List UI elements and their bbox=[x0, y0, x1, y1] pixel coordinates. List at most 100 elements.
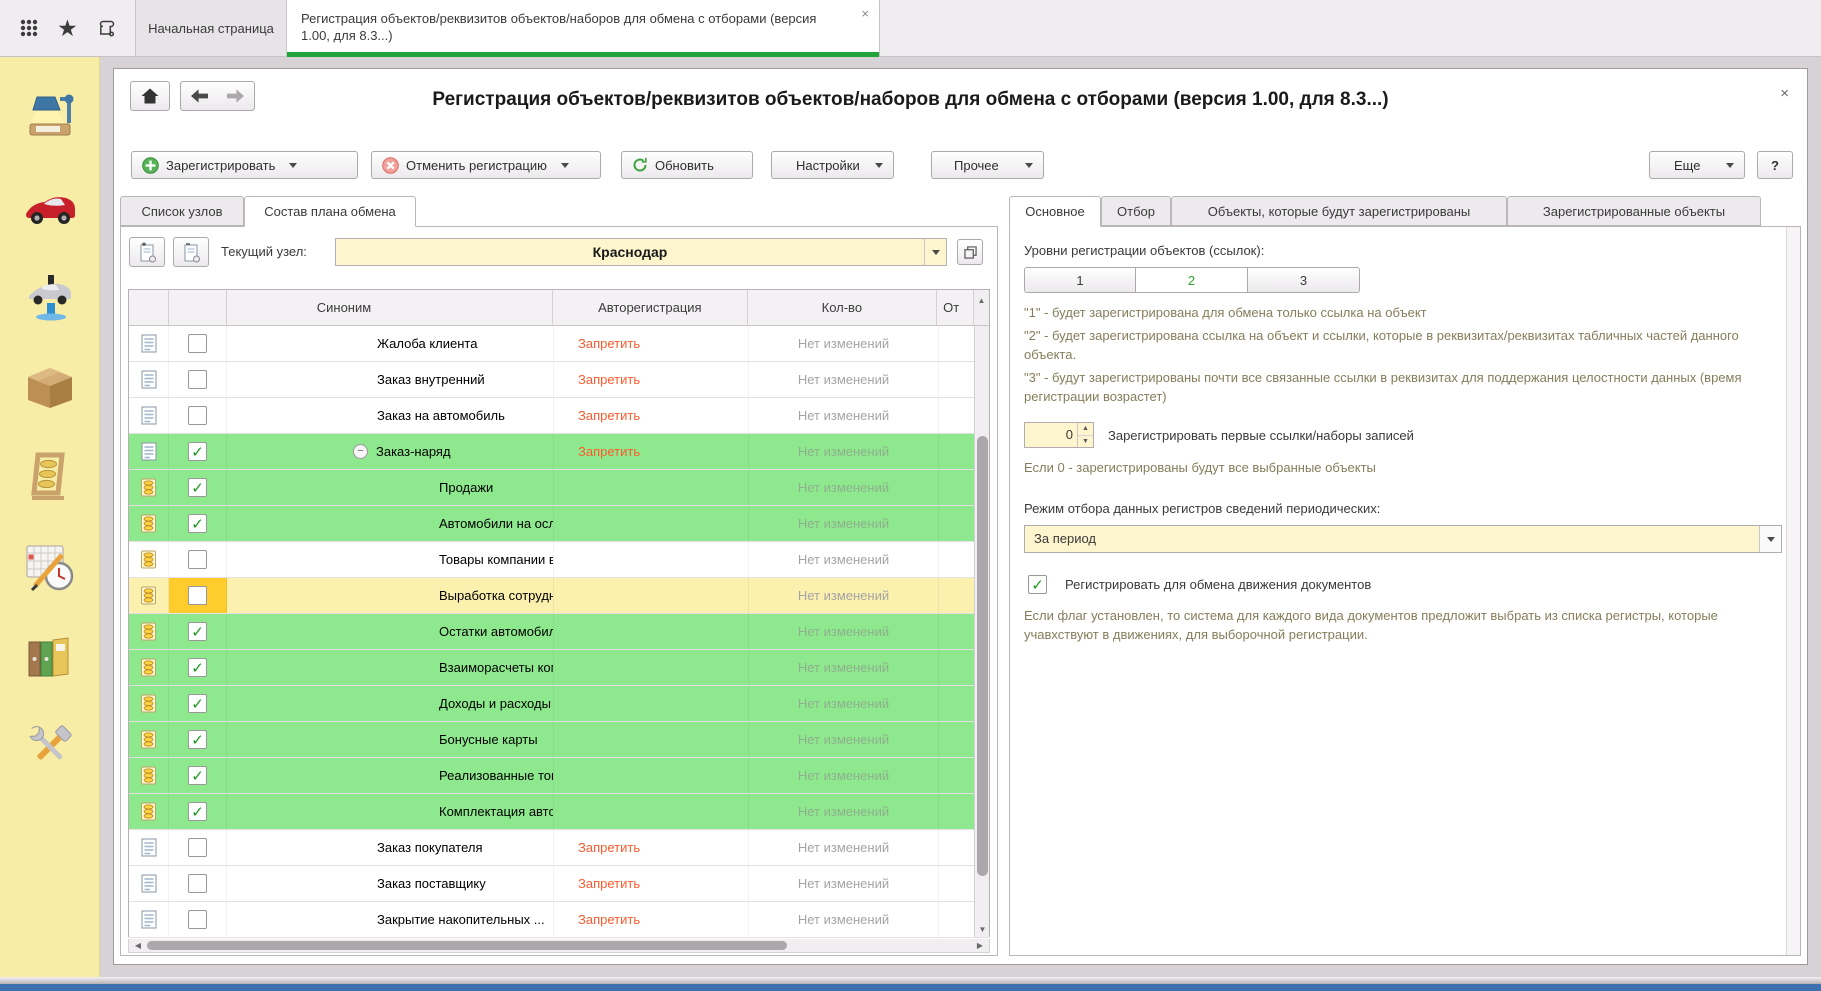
star-icon[interactable]: ★ bbox=[54, 15, 80, 41]
sidebar-item-workplace[interactable] bbox=[20, 87, 80, 147]
table-row[interactable]: Комплектация автомоб...Нет изменений bbox=[129, 794, 989, 830]
tab-objects-to-register[interactable]: Объекты, которые будут зарегистрированы bbox=[1171, 196, 1507, 226]
sidebar-item-service[interactable] bbox=[20, 267, 80, 327]
row-synonym: Бонусные карты bbox=[227, 722, 554, 757]
table-row[interactable]: ПродажиНет изменений bbox=[129, 470, 989, 506]
forward-button[interactable] bbox=[217, 81, 255, 111]
collapse-icon[interactable]: − bbox=[353, 444, 368, 459]
table-row[interactable]: Автомобили на ослужи...Нет изменений bbox=[129, 506, 989, 542]
tab-exchange-plan[interactable]: Состав плана обмена bbox=[244, 196, 416, 227]
period-mode-dropdown-button[interactable] bbox=[1759, 526, 1781, 552]
tab-node-list[interactable]: Список узлов bbox=[120, 196, 244, 226]
sidebar-item-planning[interactable] bbox=[20, 537, 80, 597]
table-row[interactable]: Заказ поставщикуЗапретитьНет изменений bbox=[129, 866, 989, 902]
form-close-icon[interactable]: × bbox=[1780, 85, 1789, 102]
clear-all-flags-button[interactable] bbox=[173, 237, 209, 267]
table-row[interactable]: Выработка сотрудниковНет изменений bbox=[129, 578, 989, 614]
help-button[interactable]: ? bbox=[1757, 151, 1793, 179]
tab-home[interactable]: Начальная страница bbox=[135, 0, 287, 56]
table-row[interactable]: Взаиморасчеты компанииНет изменений bbox=[129, 650, 989, 686]
workplace-lamp-icon bbox=[22, 89, 78, 145]
right-pane-scroll-track[interactable] bbox=[1786, 227, 1800, 955]
movements-checkbox[interactable] bbox=[1028, 575, 1047, 594]
document-icon bbox=[129, 398, 169, 433]
table-row[interactable]: Доходы и расходыНет изменений bbox=[129, 686, 989, 722]
table-row[interactable]: Заказ покупателяЗапретитьНет изменений bbox=[129, 830, 989, 866]
vertical-scroll-thumb[interactable] bbox=[977, 436, 988, 876]
back-button[interactable] bbox=[180, 81, 218, 111]
table-row[interactable]: Заказ на автомобильЗапретитьНет изменени… bbox=[129, 398, 989, 434]
level-1-button[interactable]: 1 bbox=[1024, 267, 1136, 293]
cancel-registration-button[interactable]: Отменить регистрацию bbox=[371, 151, 601, 179]
current-node-field[interactable]: Краснодар bbox=[335, 238, 947, 266]
current-node-dropdown-button[interactable] bbox=[924, 239, 946, 265]
row-checkbox[interactable] bbox=[188, 622, 207, 641]
spinner-up-icon[interactable]: ▲ bbox=[1078, 423, 1093, 436]
level-2-button[interactable]: 2 bbox=[1136, 267, 1248, 293]
scroll-right-icon[interactable]: ▶ bbox=[973, 939, 987, 952]
tab-objects-to-register-label: Объекты, которые будут зарегистрированы bbox=[1208, 204, 1471, 219]
row-checkbox[interactable] bbox=[188, 334, 207, 353]
row-checkbox[interactable] bbox=[188, 514, 207, 533]
row-checkbox[interactable] bbox=[188, 766, 207, 785]
row-checkbox[interactable] bbox=[188, 838, 207, 857]
horizontal-scrollbar[interactable]: ◀ ▶ bbox=[128, 939, 990, 953]
tab-registration[interactable]: Регистрация объектов/реквизитов объектов… bbox=[287, 0, 880, 56]
row-checkbox[interactable] bbox=[188, 730, 207, 749]
header-autoregistration[interactable]: Авторегистрация bbox=[553, 290, 747, 325]
scroll-left-icon[interactable]: ◀ bbox=[131, 939, 145, 952]
sidebar-item-warehouse[interactable] bbox=[20, 357, 80, 417]
level-3-button[interactable]: 3 bbox=[1248, 267, 1360, 293]
row-checkbox[interactable] bbox=[188, 442, 207, 461]
register-button[interactable]: Зарегистрировать bbox=[131, 151, 358, 179]
row-checkbox[interactable] bbox=[188, 802, 207, 821]
more-button[interactable]: Еще bbox=[1649, 151, 1745, 179]
apps-grid-icon[interactable] bbox=[16, 15, 42, 41]
row-checkbox[interactable] bbox=[188, 874, 207, 893]
row-checkbox[interactable] bbox=[188, 910, 207, 929]
sidebar-item-accounting[interactable] bbox=[20, 447, 80, 507]
open-node-button[interactable] bbox=[957, 239, 983, 265]
spinner-down-icon[interactable]: ▼ bbox=[1078, 436, 1093, 448]
row-checkbox[interactable] bbox=[188, 478, 207, 497]
header-filter[interactable]: От bbox=[937, 290, 974, 325]
home-button[interactable] bbox=[130, 81, 170, 111]
table-row[interactable]: Товары компании в пр...Нет изменений bbox=[129, 542, 989, 578]
tab-filter[interactable]: Отбор bbox=[1101, 196, 1171, 226]
tab-registered-objects[interactable]: Зарегистрированные объекты bbox=[1507, 196, 1761, 226]
sidebar-item-references[interactable] bbox=[20, 627, 80, 687]
scroll-down-icon[interactable]: ▼ bbox=[975, 923, 990, 937]
misc-button[interactable]: Прочее bbox=[931, 151, 1044, 179]
set-all-flags-button[interactable] bbox=[129, 237, 165, 267]
main-tab-content: Уровни регистрации объектов (ссылок): 1 … bbox=[1010, 227, 1800, 955]
horizontal-scroll-thumb[interactable] bbox=[147, 941, 787, 950]
row-checkbox[interactable] bbox=[188, 586, 207, 605]
refresh-button[interactable]: Обновить bbox=[621, 151, 753, 179]
settings-button[interactable]: Настройки bbox=[771, 151, 894, 179]
row-count: Нет изменений bbox=[749, 542, 939, 577]
vertical-scrollbar[interactable]: ▼ bbox=[974, 326, 989, 937]
table-row[interactable]: Остатки автомобилейНет изменений bbox=[129, 614, 989, 650]
sidebar-item-administration[interactable] bbox=[20, 717, 80, 777]
row-checkbox[interactable] bbox=[188, 658, 207, 677]
period-mode-select[interactable]: За период bbox=[1024, 525, 1782, 553]
scroll-up-icon[interactable]: ▲ bbox=[974, 294, 989, 308]
table-header[interactable]: Синоним Авторегистрация Кол-во От ▲ bbox=[129, 290, 989, 326]
table-row[interactable]: Жалоба клиентаЗапретитьНет изменений bbox=[129, 326, 989, 362]
tab-main[interactable]: Основное bbox=[1009, 196, 1101, 227]
header-count[interactable]: Кол-во bbox=[748, 290, 938, 325]
row-checkbox[interactable] bbox=[188, 694, 207, 713]
table-row[interactable]: Бонусные картыНет изменений bbox=[129, 722, 989, 758]
row-checkbox[interactable] bbox=[188, 370, 207, 389]
sidebar-item-cars[interactable] bbox=[20, 177, 80, 237]
table-row[interactable]: −Заказ-нарядЗапретитьНет изменений bbox=[129, 434, 989, 470]
header-synonym[interactable]: Синоним bbox=[227, 290, 553, 325]
table-row[interactable]: Реализованные товарыНет изменений bbox=[129, 758, 989, 794]
tab-close-icon[interactable]: × bbox=[861, 6, 869, 21]
first-refs-input[interactable]: 0 ▲ ▼ bbox=[1024, 422, 1094, 448]
table-row[interactable]: Заказ внутреннийЗапретитьНет изменений bbox=[129, 362, 989, 398]
row-checkbox[interactable] bbox=[188, 550, 207, 569]
row-checkbox[interactable] bbox=[188, 406, 207, 425]
table-row[interactable]: Закрытие накопительных ...ЗапретитьНет и… bbox=[129, 902, 989, 938]
history-icon[interactable] bbox=[93, 15, 119, 41]
